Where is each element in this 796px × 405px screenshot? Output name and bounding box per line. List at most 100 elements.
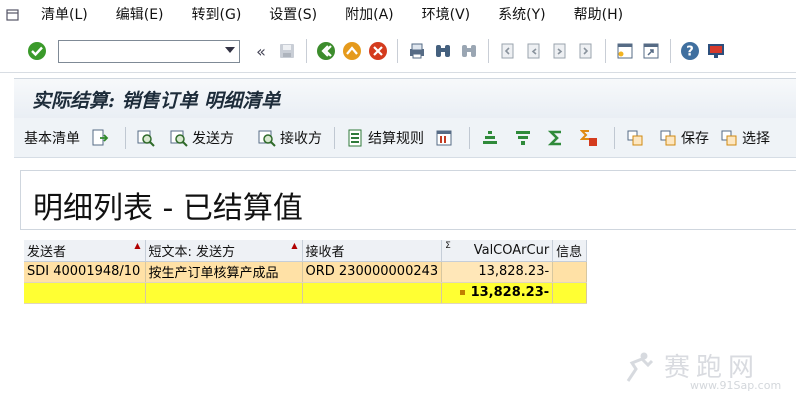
total-cell-empty: [302, 282, 443, 304]
filter-button[interactable]: [509, 125, 540, 151]
shortcut-icon[interactable]: [640, 40, 662, 62]
toolbar-separator: [125, 126, 126, 149]
work-area: 明细列表 - 已结算值 发送者 ▲ 短文本: 发送方 ▲ 接收者 Σ ValCO…: [14, 158, 796, 405]
grid-header-row: 发送者 ▲ 短文本: 发送方 ▲ 接收者 Σ ValCOArCur 信息: [24, 240, 588, 262]
screen-title-bar: 实际结算: 销售订单 明细清单: [14, 78, 796, 119]
column-header-label: 信息: [556, 244, 583, 260]
toolbar-separator: [334, 126, 335, 149]
basic-list-button[interactable]: 基本清单: [20, 125, 84, 151]
total-cell-empty: [552, 282, 588, 304]
settlement-rule-button[interactable]: 结算规则: [341, 125, 428, 151]
cell-receiver[interactable]: ORD 230000000243: [302, 261, 443, 283]
total-value: 13,828.23-: [470, 285, 550, 300]
chevron-down-icon[interactable]: [225, 46, 235, 53]
menu-extras[interactable]: 附加(A): [330, 0, 407, 30]
menu-help[interactable]: 帮助(H): [559, 0, 636, 30]
cell-info[interactable]: [552, 261, 588, 283]
detail-view-button[interactable]: [132, 125, 163, 151]
application-toolbar: 基本清单 发送方 接收方 结算规则 保存 选择: [14, 118, 796, 158]
find-icon[interactable]: [432, 40, 454, 62]
sort-asc-icon: ▲: [291, 241, 298, 250]
total-level-icon: [459, 290, 465, 295]
column-header-info[interactable]: 信息: [552, 240, 588, 262]
standard-toolbar: « ?: [0, 30, 796, 73]
sort-bars-icon: [480, 128, 500, 148]
help-icon[interactable]: ?: [679, 40, 701, 62]
select-layout-label: 选择: [742, 130, 770, 147]
total-value-cell[interactable]: 13,828.23-: [441, 282, 554, 304]
sum-indicator-icon: Σ: [445, 241, 451, 251]
find-next-icon[interactable]: [458, 40, 480, 62]
basic-list-label: 基本清单: [24, 130, 80, 147]
command-input[interactable]: [59, 41, 222, 61]
change-layout-button[interactable]: [621, 125, 652, 151]
sigma-icon: [546, 128, 566, 148]
total-cell-empty: [24, 282, 146, 304]
enter-check-icon[interactable]: [26, 40, 48, 62]
total-button[interactable]: [542, 125, 573, 151]
menu-environment[interactable]: 环境(V): [407, 0, 484, 30]
save-layout-button[interactable]: 保存: [654, 125, 713, 151]
layout-save-icon: [658, 128, 678, 148]
print-icon[interactable]: [406, 40, 428, 62]
report-header-box: 明细列表 - 已结算值: [20, 170, 796, 230]
column-header-value[interactable]: Σ ValCOArCur: [441, 240, 554, 262]
system-menu-icon[interactable]: [0, 0, 26, 30]
settlement-rule-label: 结算规则: [368, 130, 424, 147]
cell-short-text[interactable]: 按生产订单核算产成品: [145, 261, 303, 283]
magnifier-list-icon: [136, 128, 156, 148]
next-page-icon[interactable]: [549, 40, 571, 62]
back-icon[interactable]: [315, 40, 337, 62]
table-row[interactable]: SDI 40001948/10 按生产订单核算产成品 ORD 230000000…: [24, 261, 588, 283]
receiver-label: 接收方: [280, 130, 322, 147]
layout-button[interactable]: [430, 125, 461, 151]
column-header-label: 发送者: [27, 244, 67, 260]
previous-page-icon[interactable]: [523, 40, 545, 62]
report-heading: 明细列表 - 已结算值: [33, 191, 303, 226]
toolbar-separator: [469, 126, 470, 149]
subtotal-button[interactable]: [575, 125, 606, 151]
toolbar-separator: [488, 39, 489, 63]
menu-list[interactable]: 清单(L): [26, 0, 101, 30]
total-cell-empty: [145, 282, 303, 304]
sender-label: 发送方: [192, 130, 234, 147]
layout-select-icon: [719, 128, 739, 148]
column-header-short-text[interactable]: 短文本: 发送方 ▲: [145, 240, 303, 262]
cell-sender[interactable]: SDI 40001948/10: [24, 261, 146, 283]
save-layout-label: 保存: [681, 130, 709, 147]
toolbar-separator: [670, 39, 671, 63]
sort-button[interactable]: [476, 125, 507, 151]
create-session-icon[interactable]: [614, 40, 636, 62]
collapse-icon[interactable]: «: [250, 40, 272, 62]
document-export-button[interactable]: [86, 125, 117, 151]
sort-asc-icon: ▲: [134, 241, 141, 250]
subtotal-icon: [579, 128, 599, 148]
total-row[interactable]: 13,828.23-: [24, 282, 588, 304]
svg-text:?: ?: [686, 45, 694, 60]
first-page-icon[interactable]: [497, 40, 519, 62]
command-field[interactable]: [58, 39, 240, 63]
toolbar-separator: [397, 39, 398, 63]
cancel-icon[interactable]: [367, 40, 389, 62]
cell-value[interactable]: 13,828.23-: [441, 261, 554, 283]
watermark: 赛跑网 www.91Sap.com: [622, 347, 782, 397]
layout-change-icon: [625, 128, 645, 148]
menu-goto[interactable]: 转到(G): [177, 0, 255, 30]
save-disk-icon[interactable]: [276, 40, 298, 62]
menu-settings[interactable]: 设置(S): [254, 0, 330, 30]
menu-edit[interactable]: 编辑(E): [101, 0, 177, 30]
customize-layout-icon[interactable]: [705, 40, 727, 62]
toolbar-separator: [605, 39, 606, 63]
runner-logo-icon: [626, 352, 654, 382]
exit-icon[interactable]: [341, 40, 363, 62]
column-header-receiver[interactable]: 接收者: [302, 240, 443, 262]
menu-system[interactable]: 系统(Y): [483, 0, 558, 30]
select-layout-button[interactable]: 选择: [715, 125, 774, 151]
document-export-icon: [90, 128, 110, 148]
column-header-sender[interactable]: 发送者 ▲: [24, 240, 146, 262]
grid-layout-icon: [434, 128, 454, 148]
column-header-label: ValCOArCur: [473, 242, 550, 258]
sender-button[interactable]: 发送方: [165, 125, 238, 151]
receiver-button[interactable]: 接收方: [253, 125, 326, 151]
last-page-icon[interactable]: [575, 40, 597, 62]
